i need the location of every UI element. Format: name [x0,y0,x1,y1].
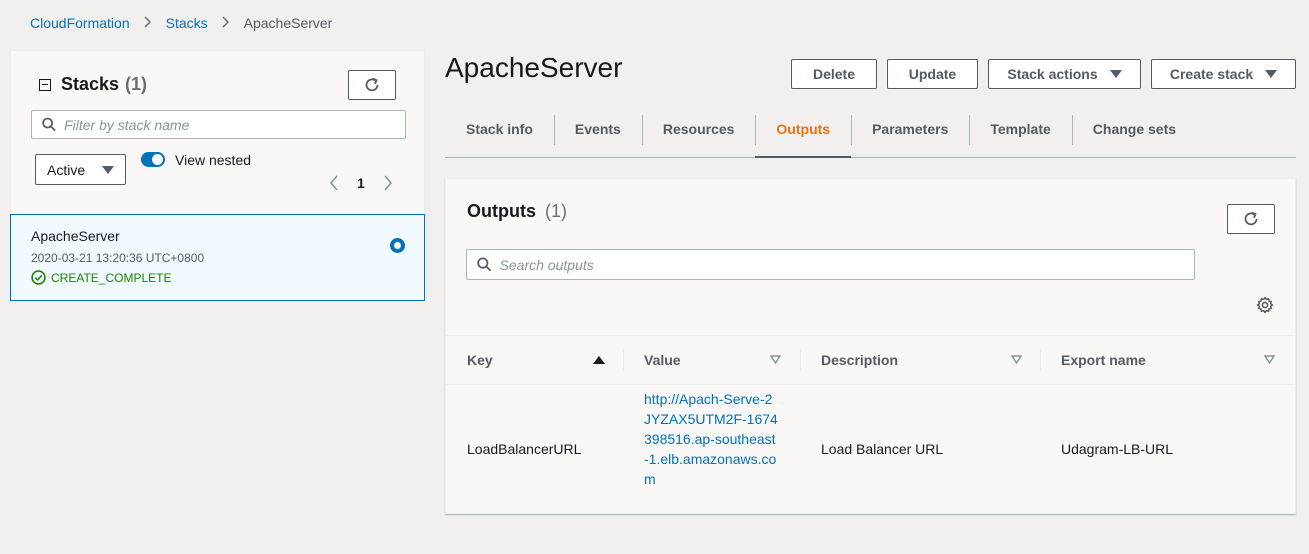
column-header-description[interactable]: Description [821,336,1022,384]
stack-status-text: CREATE_COMPLETE [51,270,172,285]
status-filter-select[interactable]: Active [35,154,126,185]
stacks-refresh-button[interactable] [348,70,396,100]
stack-filter-field [31,110,406,139]
search-icon [477,257,492,272]
chevron-right-icon [222,15,230,31]
outputs-refresh-button[interactable] [1227,204,1275,234]
column-divider [623,349,624,371]
sort-icon[interactable] [770,355,781,364]
create-stack-button[interactable]: Create stack [1151,59,1296,89]
stacks-panel-header: Stacks (1) Active View nested 1 [10,50,425,214]
stack-list-item[interactable]: ApacheServer 2020-03-21 13:20:36 UTC+080… [10,214,425,301]
outputs-search-field [466,249,1195,280]
column-description-label: Description [821,352,899,368]
tab-change-sets[interactable]: Change sets [1071,112,1197,146]
column-export-name-label: Export name [1061,352,1146,368]
delete-button[interactable]: Delete [791,59,877,89]
stack-actions-label: Stack actions [1007,66,1098,82]
output-value-link[interactable]: http://Apach-Serve-2JYZAX5UTM2F-16743985… [644,389,779,489]
sort-ascending-icon[interactable] [593,355,605,365]
stack-filter-input[interactable] [64,116,405,133]
stacks-count: (1) [125,74,148,94]
stack-select-radio[interactable] [390,238,405,253]
breadcrumb-current: ApacheServer [243,15,333,31]
chevron-right-icon [144,15,152,31]
outputs-title-label: Outputs [467,201,536,221]
stack-actions-button[interactable]: Stack actions [988,59,1141,89]
stack-created-date: 2020-03-21 13:20:36 UTC+0800 [31,251,205,265]
column-key-label: Key [467,352,493,368]
sort-icon[interactable] [1264,355,1275,364]
tab-parameters[interactable]: Parameters [851,112,969,146]
column-divider [800,349,801,371]
tab-resources[interactable]: Resources [641,112,756,146]
refresh-icon [1244,211,1258,226]
create-stack-label: Create stack [1169,66,1254,82]
caret-down-icon [1265,69,1278,78]
caret-down-icon [102,166,114,174]
page-title: ApacheServer [445,52,623,83]
stack-tabs: Stack info Events Resources Outputs Para… [445,112,1296,158]
outputs-panel: Outputs (1) Key Value Description [445,178,1296,514]
update-button[interactable]: Update [887,59,978,89]
output-description: Load Balancer URL [821,441,944,457]
outputs-count: (1) [545,201,568,221]
column-header-key[interactable]: Key [467,336,617,384]
chevron-right-icon[interactable] [383,175,393,191]
breadcrumb-cloudformation[interactable]: CloudFormation [30,15,130,31]
column-divider [1040,349,1041,371]
breadcrumb-stacks[interactable]: Stacks [166,15,208,31]
tab-events[interactable]: Events [553,112,642,146]
stacks-title: Stacks (1) [39,74,147,95]
stack-name: ApacheServer [31,228,120,244]
outputs-table-header: Key Value Description Export name [446,335,1295,385]
column-value-label: Value [644,352,681,368]
refresh-icon [365,77,379,92]
stacks-title-label: Stacks [61,74,120,94]
output-export-name: Udagram-LB-URL [1061,441,1174,457]
search-icon [42,117,56,132]
status-filter-value: Active [47,161,86,178]
view-nested-toggle[interactable] [141,152,165,167]
view-nested-label: View nested [175,152,252,168]
caret-down-icon [1109,69,1122,78]
chevron-left-icon[interactable] [329,175,339,191]
collapse-icon[interactable] [39,78,51,91]
stacks-panel: Stacks (1) Active View nested 1 [10,50,425,301]
tab-stack-info[interactable]: Stack info [445,112,554,146]
tab-template[interactable]: Template [969,112,1071,146]
output-key: LoadBalancerURL [467,441,582,457]
breadcrumb: CloudFormation Stacks ApacheServer [30,15,332,31]
column-header-value[interactable]: Value [644,336,794,384]
column-header-export-name[interactable]: Export name [1061,336,1281,384]
status-badge: CREATE_COMPLETE [31,270,171,285]
tab-outputs[interactable]: Outputs [755,112,851,158]
outputs-search-input[interactable] [499,256,1194,273]
page-number[interactable]: 1 [357,175,365,191]
check-circle-icon [31,270,46,285]
gear-icon[interactable] [1256,296,1274,314]
pagination: 1 [329,175,393,191]
sort-icon[interactable] [1011,355,1022,364]
outputs-title: Outputs (1) [467,201,567,222]
